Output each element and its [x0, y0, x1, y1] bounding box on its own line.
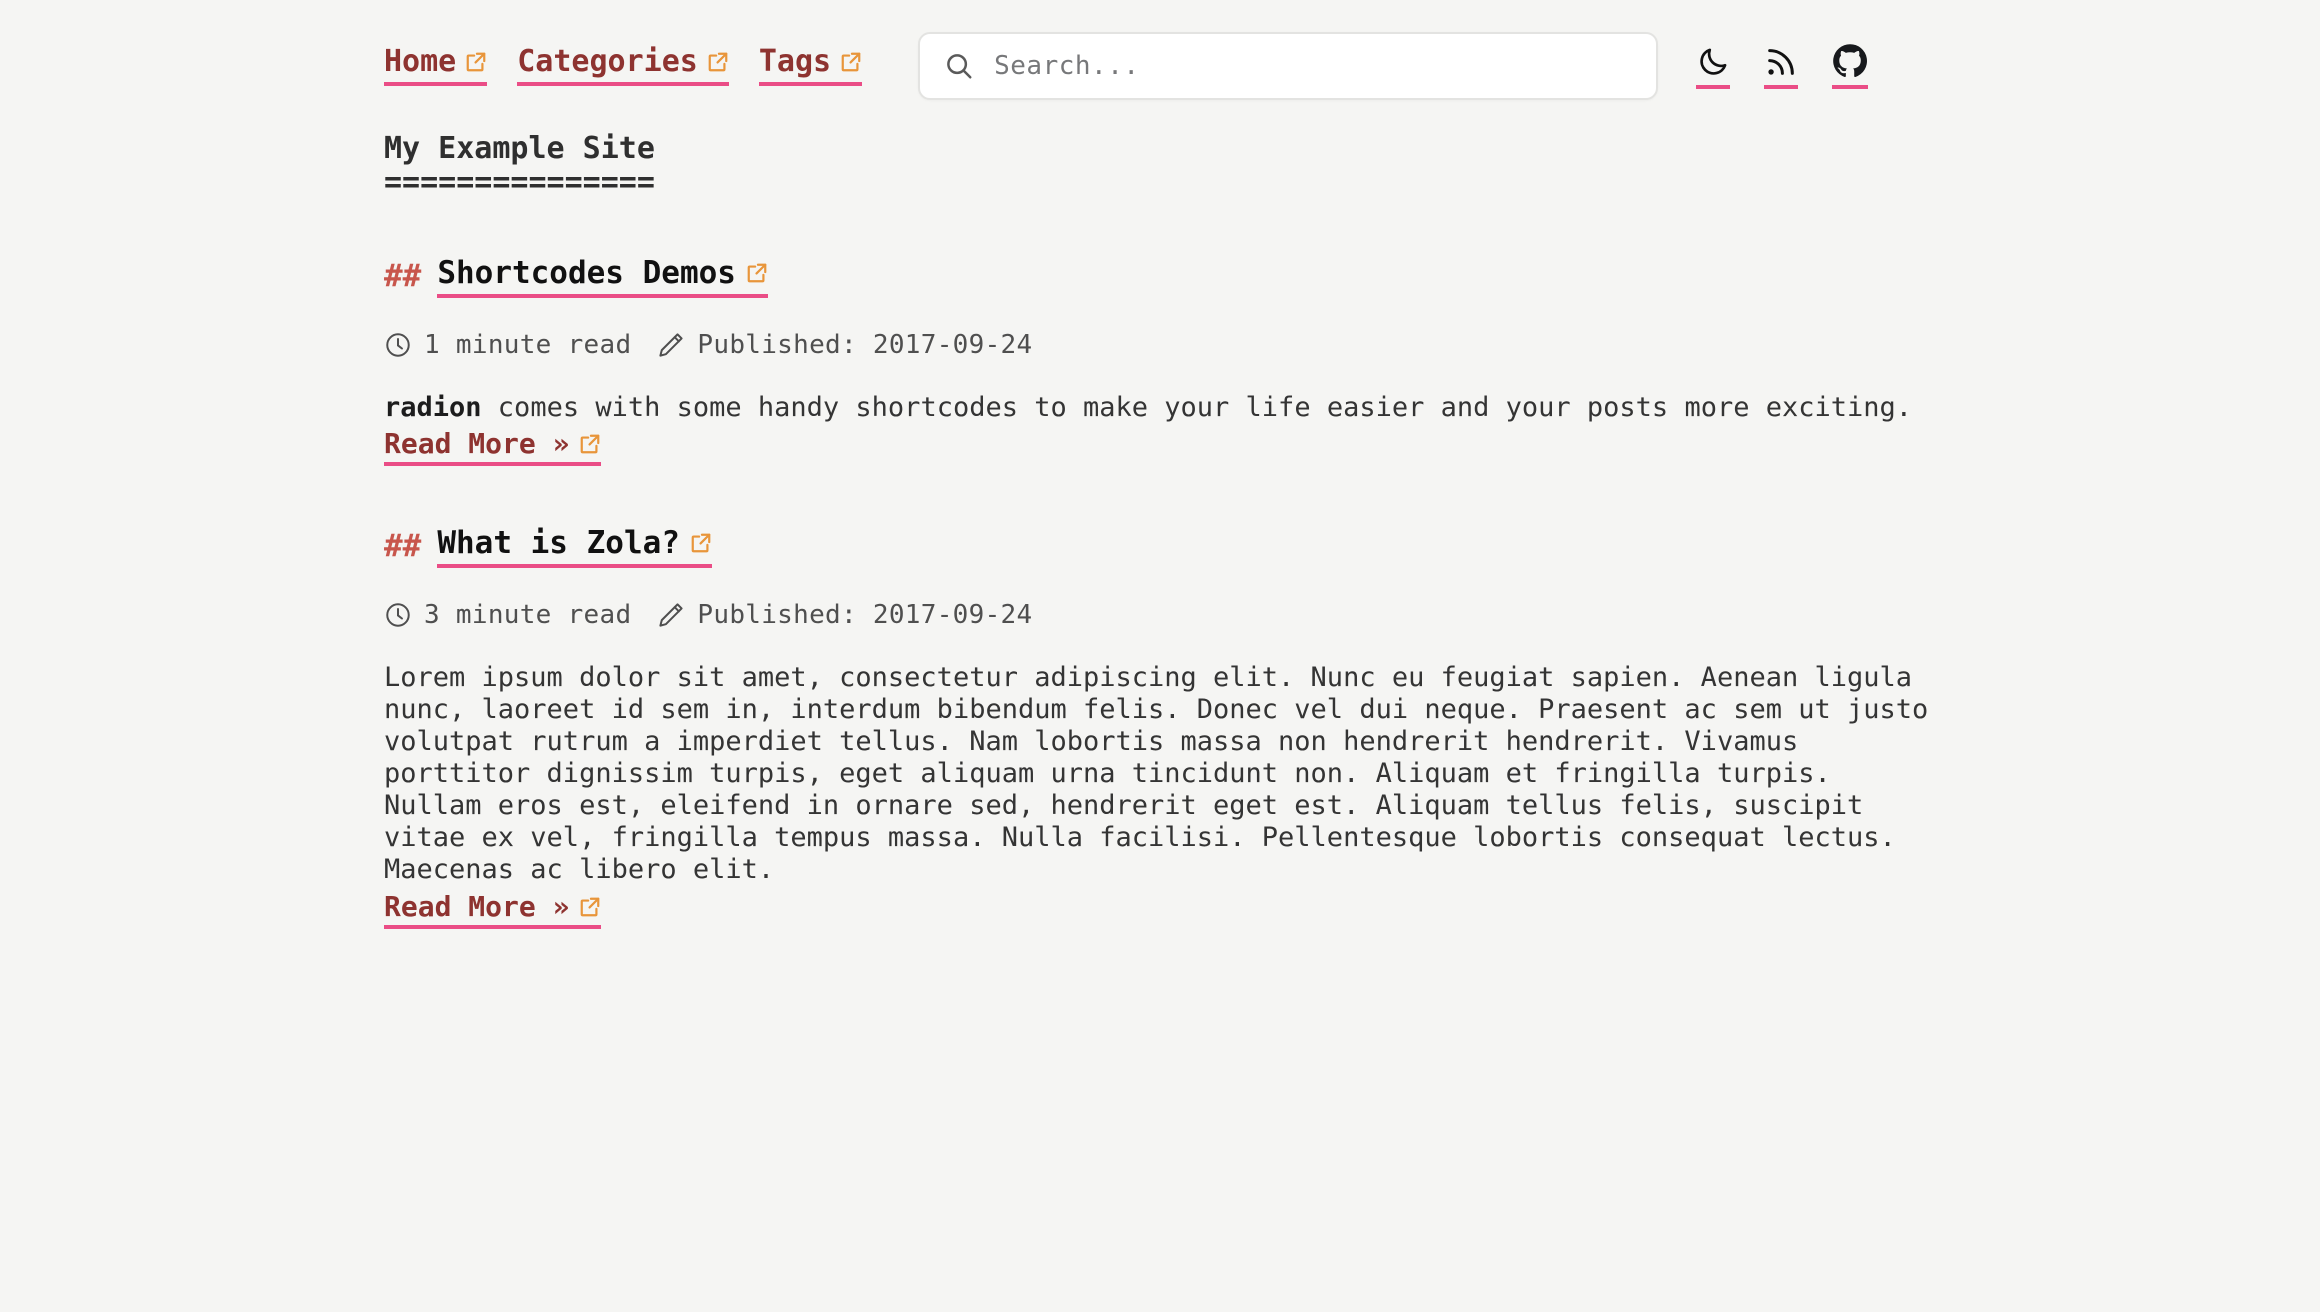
- post-title: What is Zola?: [437, 524, 680, 561]
- pencil-icon: [657, 601, 685, 629]
- header-tool-icons: [1696, 43, 1869, 89]
- rss-icon: [1764, 45, 1798, 79]
- post-heading: ## What is Zola?: [384, 524, 2260, 568]
- rss-feed-link[interactable]: [1764, 45, 1799, 89]
- read-more-link[interactable]: Read More »: [384, 426, 602, 466]
- post-excerpt-text: comes with some handy shortcodes to make…: [481, 391, 1913, 423]
- pencil-icon: [657, 331, 685, 359]
- markdown-hash-prefix: ##: [384, 527, 422, 564]
- post-item: ## What is Zola? 3 minute read Published…: [384, 524, 2260, 929]
- site-header: Home Categories Tags Search...: [384, 0, 2260, 104]
- page-title: My Example Site: [384, 131, 655, 166]
- clock-icon: [384, 331, 412, 359]
- github-icon: [1832, 43, 1868, 79]
- post-meta: 3 minute read Published: 2017-09-24: [384, 600, 2260, 630]
- read-more-link[interactable]: Read More »: [384, 889, 602, 929]
- post-excerpt: radion comes with some handy shortcodes …: [384, 392, 1939, 424]
- nav-link-categories[interactable]: Categories: [517, 43, 729, 86]
- nav-link-tags-label: Tags: [758, 43, 832, 79]
- post-title-link[interactable]: What is Zola?: [437, 524, 712, 568]
- dark-mode-toggle[interactable]: [1696, 45, 1731, 89]
- external-link-icon: [465, 51, 487, 73]
- github-link[interactable]: [1832, 43, 1869, 89]
- title-underline-rule: ===============: [384, 164, 655, 200]
- external-link-icon: [840, 51, 862, 73]
- post-title: Shortcodes Demos: [437, 254, 736, 291]
- page-root: Home Categories Tags Search... My Exampl…: [0, 0, 2320, 1312]
- clock-icon: [384, 601, 412, 629]
- site-title-block: My Example Site ===============: [384, 131, 2260, 200]
- post-read-time: 1 minute read: [424, 329, 632, 360]
- post-excerpt-bold: radion: [384, 391, 482, 423]
- nav-link-tags[interactable]: Tags: [758, 43, 863, 86]
- search-icon: [944, 51, 974, 81]
- post-heading: ## Shortcodes Demos: [384, 254, 2260, 298]
- post-published-date: Published: 2017-09-24: [697, 599, 1033, 630]
- markdown-hash-prefix: ##: [384, 257, 422, 294]
- nav-link-home[interactable]: Home: [384, 43, 488, 86]
- post-excerpt-text: Lorem ipsum dolor sit amet, consectetur …: [384, 661, 1929, 886]
- nav-link-home-label: Home: [384, 43, 457, 79]
- post-read-time: 3 minute read: [424, 599, 632, 630]
- main-navigation: Home Categories Tags: [384, 43, 863, 86]
- external-link-icon: [746, 262, 768, 284]
- external-link-icon: [690, 532, 712, 554]
- read-more-label: Read More »: [384, 426, 570, 460]
- post-title-link[interactable]: Shortcodes Demos: [437, 254, 768, 298]
- external-link-icon: [579, 433, 601, 455]
- nav-link-categories-label: Categories: [517, 43, 698, 79]
- external-link-icon: [707, 51, 729, 73]
- post-item: ## Shortcodes Demos 1 minute read Publis…: [384, 254, 2260, 466]
- post-excerpt: Lorem ipsum dolor sit amet, consectetur …: [384, 662, 1939, 887]
- search-box[interactable]: [918, 32, 1659, 100]
- read-more-label: Read More »: [384, 889, 570, 923]
- content-wrapper: Home Categories Tags Search... My Exampl…: [0, 0, 2320, 929]
- post-published-date: Published: 2017-09-24: [697, 329, 1033, 360]
- moon-icon: [1696, 45, 1730, 79]
- post-meta: 1 minute read Published: 2017-09-24: [384, 330, 2260, 360]
- search-input[interactable]: [992, 50, 1633, 82]
- external-link-icon: [579, 896, 601, 918]
